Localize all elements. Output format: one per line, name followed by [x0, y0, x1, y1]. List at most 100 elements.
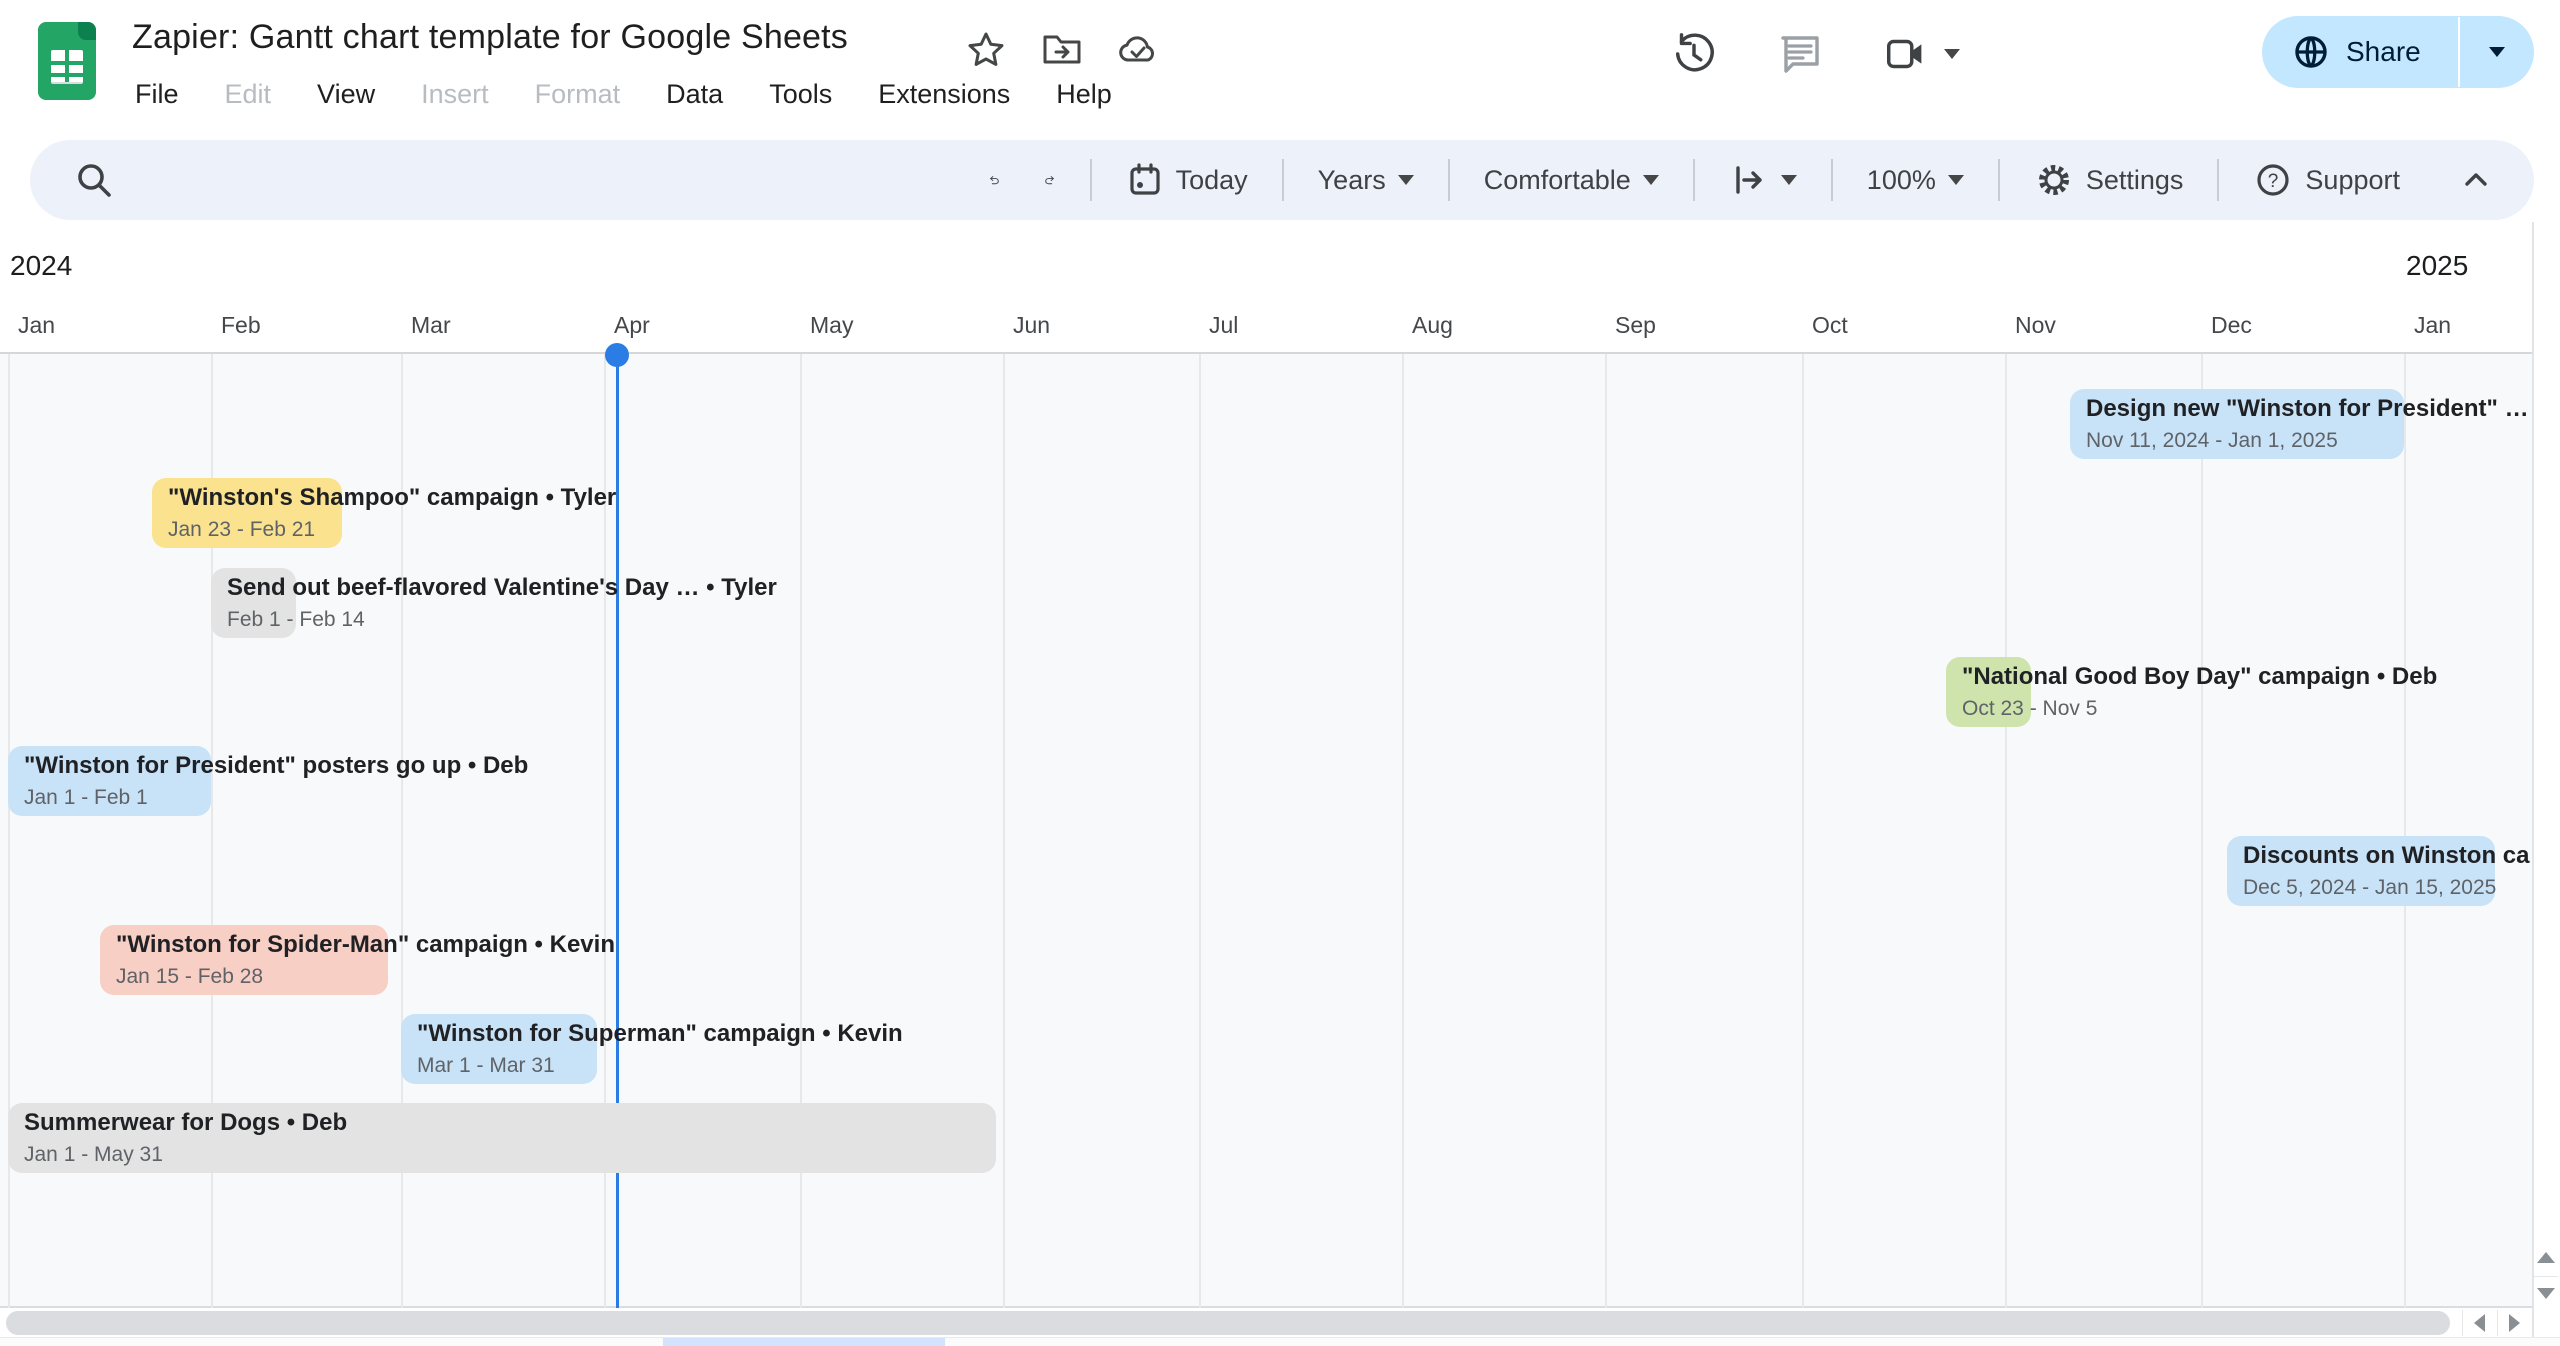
- title-action-icons: [962, 26, 1162, 74]
- svg-text:?: ?: [2268, 171, 2279, 192]
- task-dates: Jan 23 - Feb 21: [168, 517, 616, 543]
- task-dates: Jan 1 - May 31: [24, 1142, 347, 1168]
- scroll-left-button[interactable]: [2462, 1310, 2496, 1336]
- share-main[interactable]: Share: [2262, 33, 2458, 71]
- month-gridline-9: [1802, 354, 1804, 1308]
- month-label-9: Oct: [1812, 312, 1848, 339]
- task-dates: Feb 1 - Feb 14: [227, 607, 777, 633]
- horizontal-scrollbar-thumb[interactable]: [6, 1311, 2450, 1335]
- cloud-saved-icon[interactable]: [1114, 26, 1162, 74]
- timeline-start-dropdown[interactable]: [1711, 150, 1815, 210]
- toolbar-divider: [1998, 159, 2000, 201]
- task-title: "Winston for Superman" campaign • Kevin: [417, 1019, 903, 1049]
- comments-icon[interactable]: [1776, 30, 1824, 78]
- month-label-1: Feb: [221, 312, 261, 339]
- menu-item-extensions[interactable]: Extensions: [857, 72, 1031, 117]
- undo-icon[interactable]: [970, 150, 1018, 210]
- task-title: "Winston's Shampoo" campaign • Tyler: [168, 483, 616, 513]
- task-label-4: "Winston for President" posters go up • …: [24, 751, 528, 811]
- month-label-10: Nov: [2015, 312, 2056, 339]
- toolbar-divider: [1693, 159, 1695, 201]
- toolbar-divider: [1090, 159, 1092, 201]
- zoom-dropdown[interactable]: 100%: [1849, 150, 1982, 210]
- month-gridline-11: [2201, 354, 2203, 1308]
- version-history-icon[interactable]: [1670, 30, 1718, 78]
- share-caret-icon: [2489, 47, 2505, 57]
- task-dates: Mar 1 - Mar 31: [417, 1053, 903, 1079]
- year-label-2024: 2024: [10, 250, 72, 282]
- topbar-right-icons: [1670, 30, 1960, 78]
- menu-item-edit[interactable]: Edit: [204, 72, 293, 117]
- collapse-icon[interactable]: [2452, 156, 2500, 204]
- task-label-1: "Winston's Shampoo" campaign • Tyler Jan …: [168, 483, 616, 543]
- sheets-logo-grid: [51, 50, 83, 84]
- month-label-8: Sep: [1615, 312, 1656, 339]
- menu-item-view[interactable]: View: [296, 72, 396, 117]
- today-dot[interactable]: [605, 343, 629, 367]
- task-title: "National Good Boy Day" campaign • Deb: [1962, 662, 2437, 692]
- task-dates: Jan 1 - Feb 1: [24, 785, 528, 811]
- google-sheets-timeline-view: Zapier: Gantt chart template for Google …: [0, 0, 2560, 1346]
- task-title: Design new "Winston for President" …: [2086, 394, 2529, 424]
- year-label-2025: 2025: [2406, 250, 2468, 282]
- sheet-tabs-strip: [0, 1337, 2560, 1346]
- menu-item-tools[interactable]: Tools: [748, 72, 853, 117]
- task-title: "Winston for President" posters go up • …: [24, 751, 528, 781]
- scroll-right-icon: [2509, 1314, 2520, 1332]
- active-sheet-tab-sliver[interactable]: [663, 1338, 945, 1346]
- vertical-scroll-up-button[interactable]: [2534, 1240, 2558, 1274]
- scroll-down-icon: [2537, 1288, 2555, 1299]
- range-caret-icon: [1398, 175, 1414, 185]
- redo-icon[interactable]: [1026, 150, 1074, 210]
- calendar-today-icon: [1126, 161, 1164, 199]
- vertical-scroll-down-button[interactable]: [2534, 1276, 2558, 1310]
- support-label: Support: [2305, 165, 2400, 196]
- task-label-5: Discounts on Winston ca Dec 5, 2024 - Jan…: [2243, 841, 2529, 901]
- density-dropdown[interactable]: Comfortable: [1466, 150, 1677, 210]
- right-gutter: [2532, 222, 2560, 1346]
- task-label-2: Send out beef-flavored Valentine's Day ……: [227, 573, 777, 633]
- task-dates: Dec 5, 2024 - Jan 15, 2025: [2243, 875, 2529, 901]
- today-label: Today: [1176, 165, 1248, 196]
- sheets-logo[interactable]: [38, 22, 96, 100]
- meet-caret-icon[interactable]: [1944, 49, 1960, 59]
- support-button[interactable]: ? Support: [2235, 150, 2418, 210]
- menu-item-help[interactable]: Help: [1035, 72, 1133, 117]
- globe-icon: [2292, 33, 2330, 71]
- menu-item-insert[interactable]: Insert: [400, 72, 510, 117]
- task-label-3: "National Good Boy Day" campaign • Deb Oc…: [1962, 662, 2437, 722]
- star-icon[interactable]: [962, 26, 1010, 74]
- month-label-5: Jun: [1013, 312, 1050, 339]
- toolbar-divider: [1448, 159, 1450, 201]
- task-dates: Oct 23 - Nov 5: [1962, 696, 2437, 722]
- support-help-icon: ?: [2253, 160, 2293, 200]
- month-gridline-12: [2404, 354, 2406, 1308]
- document-title[interactable]: Zapier: Gantt chart template for Google …: [132, 18, 848, 57]
- task-title: Summerwear for Dogs • Deb: [24, 1108, 347, 1138]
- toolbar-controls: Today Years Comfortable 100%: [970, 150, 2500, 210]
- menu-item-data[interactable]: Data: [645, 72, 744, 117]
- share-label: Share: [2346, 36, 2421, 68]
- share-dropdown[interactable]: [2460, 47, 2534, 57]
- search-icon[interactable]: [70, 156, 118, 204]
- month-label-12: Jan: [2414, 312, 2451, 339]
- top-bar: Zapier: Gantt chart template for Google …: [0, 0, 2560, 136]
- task-title: Discounts on Winston ca: [2243, 841, 2529, 871]
- sheets-logo-fold: [78, 22, 96, 40]
- share-button[interactable]: Share: [2262, 16, 2534, 88]
- range-dropdown[interactable]: Years: [1300, 150, 1432, 210]
- menu-item-format[interactable]: Format: [514, 72, 642, 117]
- toolbar-divider: [1831, 159, 1833, 201]
- timeline-toolbar: Today Years Comfortable 100%: [30, 140, 2534, 220]
- month-gridline-8: [1605, 354, 1607, 1308]
- move-folder-icon[interactable]: [1038, 26, 1086, 74]
- zoom-level: 100%: [1867, 165, 1936, 196]
- menu-item-file[interactable]: File: [114, 72, 200, 117]
- settings-button[interactable]: Settings: [2016, 150, 2202, 210]
- task-label-0: Design new "Winston for President" …Nov …: [2086, 394, 2529, 454]
- toolbar-divider: [2217, 159, 2219, 201]
- today-button[interactable]: Today: [1108, 150, 1266, 210]
- meet-video-icon[interactable]: [1882, 30, 1930, 78]
- task-title: Send out beef-flavored Valentine's Day ……: [227, 573, 777, 603]
- scroll-right-button[interactable]: [2497, 1310, 2531, 1336]
